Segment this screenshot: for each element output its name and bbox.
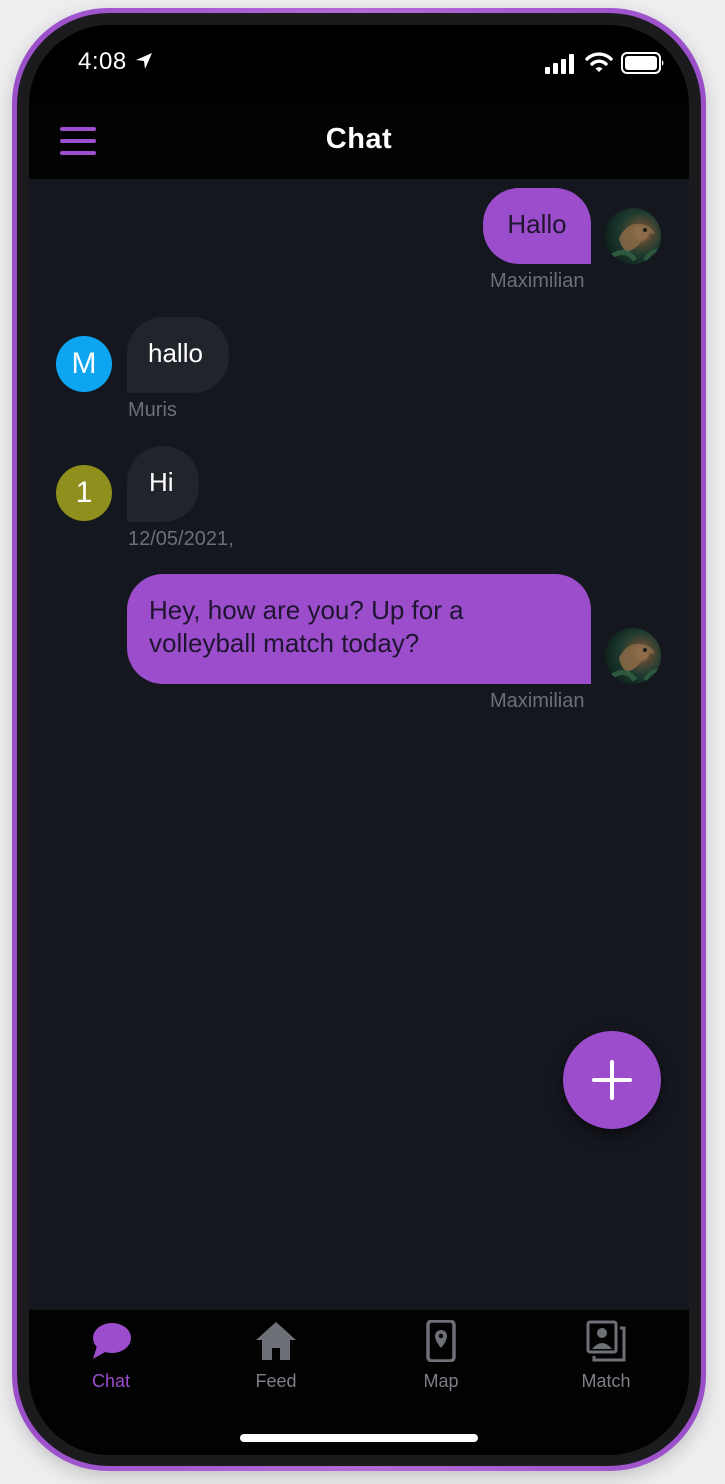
bottom-nav: Chat Feed Map Match [29, 1310, 689, 1455]
nav-label: Map [423, 1371, 459, 1391]
avatar[interactable] [605, 628, 661, 684]
nav-label: Feed [255, 1371, 297, 1391]
avatar[interactable]: M [56, 336, 112, 392]
message-bubble[interactable]: Hallo [483, 188, 591, 264]
message-timestamp: 12/05/2021, [128, 528, 234, 550]
message-bubble[interactable]: Hi [127, 446, 199, 522]
message-bubble[interactable]: hallo [127, 317, 229, 393]
avatar-letter: 1 [75, 476, 93, 509]
chat-bubble-icon [93, 1323, 131, 1359]
nav-item-match[interactable]: Match [541, 1310, 671, 1400]
dinosaur-photo-icon [607, 643, 661, 682]
status-bar: 4:08 [29, 25, 689, 105]
new-chat-button[interactable] [563, 1031, 661, 1129]
plus-icon [592, 1060, 632, 1100]
page-title: Chat [325, 123, 393, 155]
home-indicator[interactable] [240, 1434, 478, 1442]
nav-label: Chat [91, 1371, 131, 1391]
avatar-letter: M [71, 347, 97, 380]
message-text: Hey, how are you? Up for a volleyball ma… [149, 595, 464, 658]
wifi-icon [585, 52, 613, 72]
nav-item-chat[interactable]: Chat [46, 1310, 176, 1400]
battery-icon [621, 52, 664, 74]
message-text: Hallo [507, 209, 567, 239]
status-time: 4:08 [78, 48, 127, 75]
screen: 4:08 Chat Hallo Maximilian M hallo Muris… [29, 25, 689, 1455]
home-icon [256, 1322, 296, 1360]
dinosaur-photo-icon [607, 223, 661, 262]
message-sender: Maximilian [490, 270, 585, 292]
message-bubble[interactable]: Hey, how are you? Up for a volleyball ma… [127, 574, 591, 684]
message-sender: Muris [128, 399, 177, 421]
map-pin-icon [426, 1320, 456, 1362]
nav-label: Match [581, 1371, 631, 1391]
message-text: Hi [149, 467, 174, 497]
avatar[interactable]: 1 [56, 465, 112, 521]
location-arrow-icon [136, 53, 152, 69]
signal-icon [545, 54, 574, 74]
message-text: hallo [148, 338, 203, 368]
nav-item-feed[interactable]: Feed [211, 1310, 341, 1400]
avatar[interactable] [605, 208, 661, 264]
app-header: Chat [29, 105, 689, 179]
photos-icon [586, 1320, 626, 1362]
nav-item-map[interactable]: Map [376, 1310, 506, 1400]
message-sender: Maximilian [490, 690, 585, 712]
